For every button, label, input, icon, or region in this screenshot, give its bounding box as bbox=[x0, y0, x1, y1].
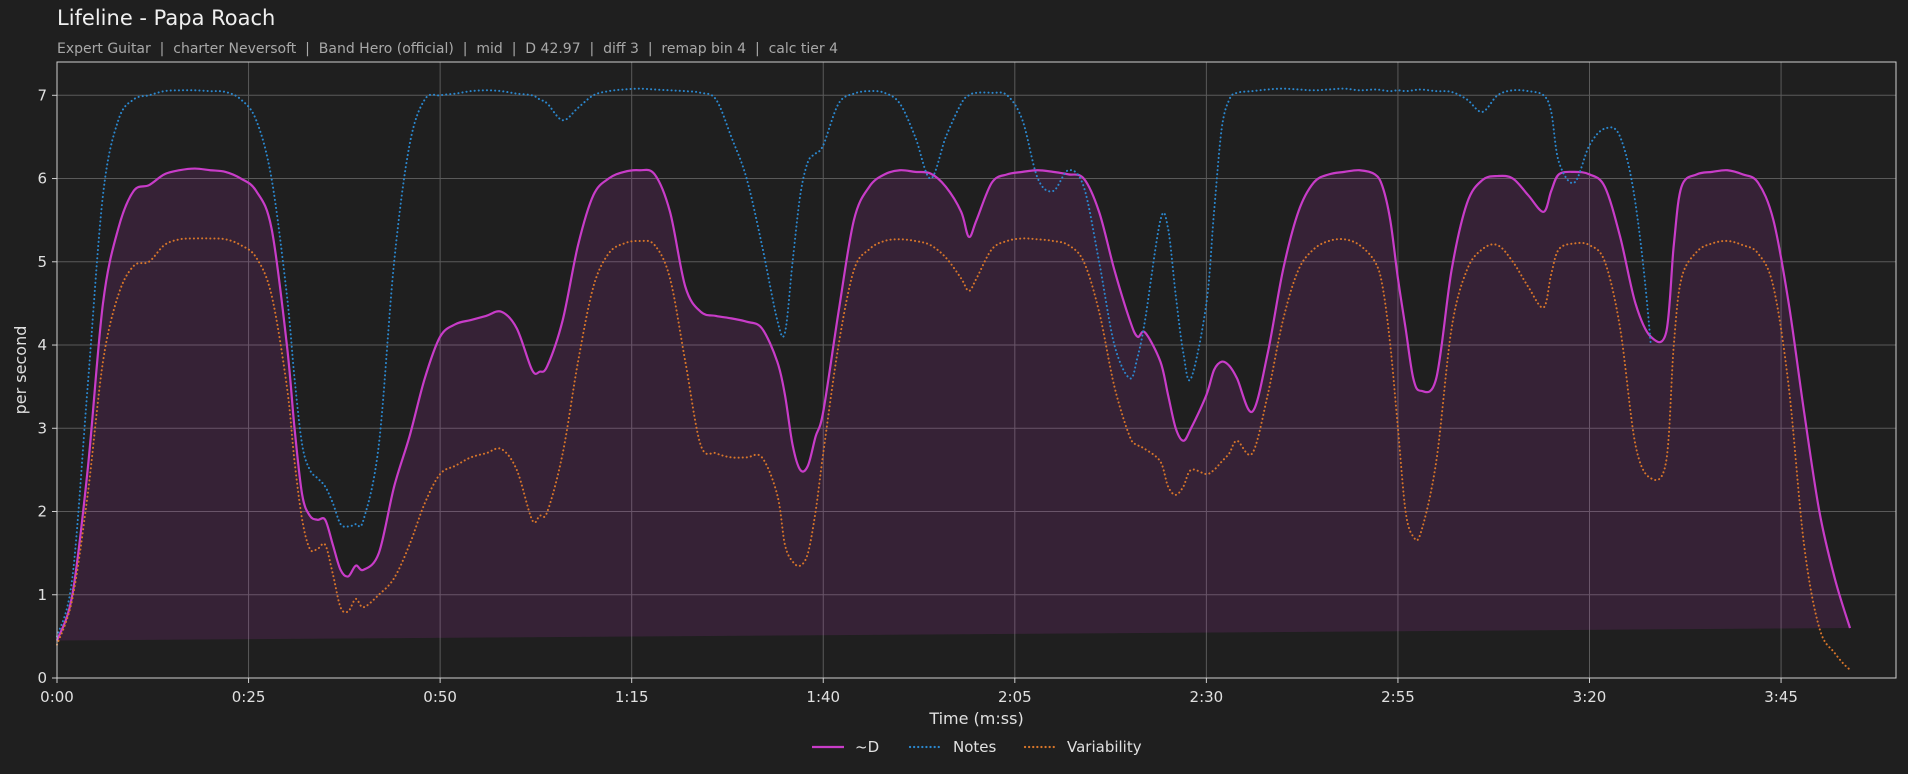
y-tick-label: 7 bbox=[37, 86, 47, 104]
y-tick-label: 3 bbox=[37, 419, 47, 437]
legend-label-d: ~D bbox=[855, 738, 879, 756]
x-tick-label: 3:20 bbox=[1573, 688, 1607, 706]
y-tick-label: 5 bbox=[37, 253, 47, 271]
chart: 0:00 0:25 0:50 1:15 1:40 2:05 2:30 2:55 3:20 3:45… bbox=[11, 61, 1897, 756]
x-tick-label: 2:05 bbox=[998, 688, 1032, 706]
x-tick-label: 1:15 bbox=[615, 688, 649, 706]
d-fill-area bbox=[57, 168, 1851, 641]
y-axis-label: per second bbox=[11, 326, 30, 415]
x-tick-label: 0:25 bbox=[232, 688, 266, 706]
legend-label-notes: Notes bbox=[953, 738, 997, 756]
y-tick-label: 1 bbox=[37, 586, 47, 604]
x-tick-label: 2:30 bbox=[1190, 688, 1224, 706]
x-tick-label: 0:50 bbox=[423, 688, 457, 706]
x-tick-label: 0:00 bbox=[40, 688, 74, 706]
x-axis-label: Time (m:ss) bbox=[928, 709, 1023, 728]
x-tick-label: 2:55 bbox=[1381, 688, 1415, 706]
y-tick-label: 4 bbox=[37, 336, 47, 354]
legend: ~D Notes Variability bbox=[812, 738, 1142, 756]
y-tick-label: 2 bbox=[37, 503, 47, 521]
y-tick-label: 0 bbox=[37, 669, 47, 687]
legend-label-variability: Variability bbox=[1067, 738, 1142, 756]
y-tick-label: 6 bbox=[37, 170, 47, 188]
x-tick-label: 1:40 bbox=[806, 688, 840, 706]
x-tick-label: 3:45 bbox=[1764, 688, 1798, 706]
